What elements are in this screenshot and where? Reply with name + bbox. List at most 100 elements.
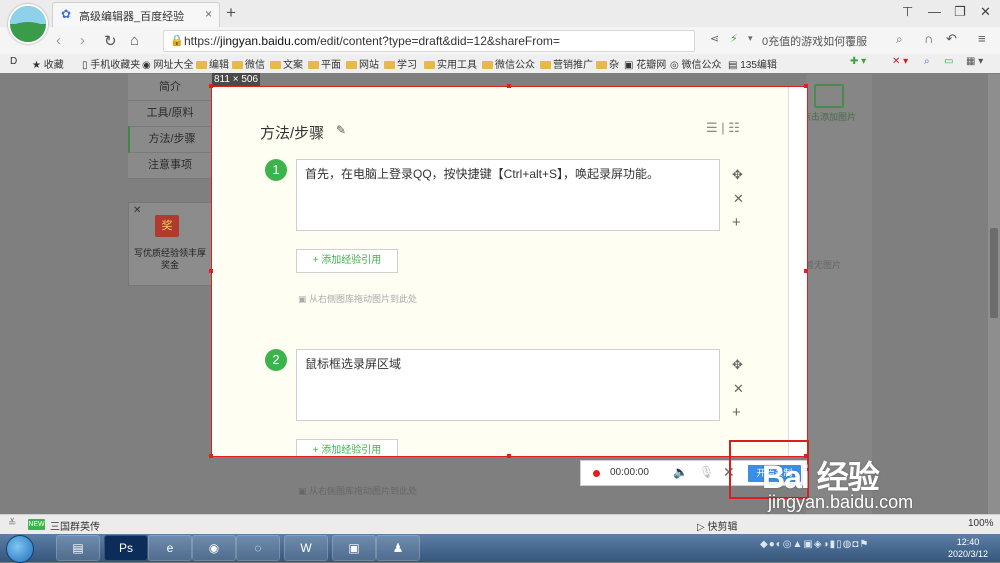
step-text: 鼠标框选录屏区域 xyxy=(305,357,402,371)
close-icon[interactable]: ✕ xyxy=(133,205,141,216)
taskbar-photoshop[interactable]: Ps xyxy=(104,535,148,561)
bookmark-search-icon[interactable]: ⌕ xyxy=(924,56,930,67)
step-text-field[interactable]: 首先，在电脑上登录QQ，按快捷键【Ctrl+alt+S】，唤起录屏功能。 xyxy=(296,159,720,231)
taskbar-clock[interactable]: 12:40 2020/3/12 xyxy=(946,536,990,560)
bookmark-folder[interactable]: 文案 xyxy=(270,56,303,71)
forward-button[interactable]: › xyxy=(80,32,85,49)
bookmark-folder[interactable]: 微信 xyxy=(232,56,265,71)
url-field[interactable]: 🔒 https://jingyan.baidu.com/edit/content… xyxy=(163,30,695,52)
taskbar-ie[interactable]: e xyxy=(148,535,192,561)
resize-handle[interactable] xyxy=(209,454,213,458)
taskbar-wechat[interactable]: ◌ xyxy=(236,535,280,561)
bookmark-close-icon[interactable]: ✕ ▾ xyxy=(892,56,908,67)
home-button[interactable]: ⌂ xyxy=(130,32,139,49)
taskbar-chrome[interactable]: ◉ xyxy=(192,535,236,561)
resize-handle[interactable] xyxy=(209,84,213,88)
microphone-icon[interactable]: 🎙 xyxy=(699,465,714,479)
tab-active[interactable]: ✿ 高级编辑器_百度经验 × xyxy=(52,2,220,28)
resize-handle[interactable] xyxy=(507,84,511,88)
reload-button[interactable]: ↻ xyxy=(104,32,117,50)
bookmark-tools-icon[interactable]: ✚ ▾ xyxy=(850,56,866,67)
add-reference-button[interactable]: + 添加经验引用 xyxy=(296,249,398,273)
bookmark-item[interactable]: ▤ 135编辑 xyxy=(728,56,777,71)
add-reference-button[interactable]: + 添加经验引用 xyxy=(296,439,398,456)
taskbar-qq[interactable]: ♟ xyxy=(376,535,420,561)
taskbar-app[interactable]: ▣ xyxy=(332,535,376,561)
lightning-icon[interactable]: ⚡ xyxy=(730,32,738,45)
bookmarks-toggle[interactable]: D xyxy=(10,56,17,67)
bookmark-folder[interactable]: 实用工具 xyxy=(424,56,477,71)
bookmark-item[interactable]: ★ 收藏 xyxy=(32,56,64,71)
share-icon[interactable]: ⋖ xyxy=(710,32,719,45)
new-tab-button[interactable]: + xyxy=(226,3,236,23)
minimize-button[interactable]: — xyxy=(928,4,941,19)
scrollbar-thumb[interactable] xyxy=(990,228,998,318)
bookmark-folder[interactable]: 杂 xyxy=(596,56,619,71)
bookmark-label: 网址大全 xyxy=(153,60,194,71)
delete-icon[interactable]: ✕ xyxy=(733,381,744,397)
bookmark-folder[interactable]: 学习 xyxy=(384,56,417,71)
step-number: 1 xyxy=(265,159,287,181)
quick-edit-link[interactable]: ▷ 快剪辑 xyxy=(697,518,737,533)
add-step-icon[interactable]: + xyxy=(732,404,741,421)
drag-image-hint: ▣ 从右侧图库拖动图片到此处 xyxy=(298,294,418,304)
pencil-icon[interactable]: ✎ xyxy=(336,123,346,137)
reward-promo[interactable]: ✕ 奖 写优质经验领丰厚奖金 xyxy=(128,202,212,286)
search-icon[interactable]: ⌕ xyxy=(896,32,903,47)
headphones-icon[interactable]: ∩ xyxy=(924,31,933,46)
step-text: 首先，在电脑上登录QQ，按快捷键【Ctrl+alt+S】，唤起录屏功能。 xyxy=(305,167,660,181)
list-view-icons[interactable]: ☰ | ☷ xyxy=(706,120,740,136)
bookmark-item[interactable]: ▯ 手机收藏夹 xyxy=(82,56,140,71)
tab-close-button[interactable]: × xyxy=(205,7,212,21)
add-step-icon[interactable]: + xyxy=(732,214,741,231)
back-button[interactable]: ‹ xyxy=(56,32,61,49)
chevron-down-icon[interactable]: ▾ xyxy=(748,33,753,44)
step-text-field[interactable]: 鼠标框选录屏区域 xyxy=(296,349,720,421)
skin-button[interactable]: ⊤ xyxy=(902,4,913,20)
taskbar-explorer[interactable]: ▤ xyxy=(56,535,100,561)
maximize-button[interactable]: ❐ xyxy=(954,4,966,20)
bookmark-label: 杂 xyxy=(609,60,619,71)
bookmark-more-icon[interactable]: ▦ ▾ xyxy=(966,56,983,67)
resize-handle[interactable] xyxy=(804,84,808,88)
bookmark-folder[interactable]: 网站 xyxy=(346,56,379,71)
delete-icon[interactable]: ✕ xyxy=(733,191,744,207)
undo-icon[interactable]: ↶ xyxy=(946,31,957,47)
zoom-level[interactable]: 100% xyxy=(968,518,994,529)
baidu-paw-icon: ✿ xyxy=(61,7,72,21)
resize-handle[interactable] xyxy=(804,269,808,273)
bookmark-folder[interactable]: 营销推广 xyxy=(540,56,593,71)
bookmark-folder[interactable]: 微信公众 xyxy=(482,56,535,71)
bookmark-folder[interactable]: 编辑 xyxy=(196,56,229,71)
resize-handle[interactable] xyxy=(209,269,213,273)
address-bar-row: ‹ › ↻ ⌂ 🔒 https://jingyan.baidu.com/edit… xyxy=(0,27,1000,55)
add-image-label[interactable]: 点击添加图片 xyxy=(802,110,856,123)
status-game-link[interactable]: 三国群英传 xyxy=(50,518,100,533)
search-suggestion[interactable]: 0充值的游戏如何覆服 xyxy=(762,33,867,49)
move-icon[interactable]: ✥ xyxy=(732,167,743,183)
bookmark-item[interactable]: ◎ 微信公众 xyxy=(670,56,722,71)
capture-region[interactable]: 方法/步骤 ✎ ☰ | ☷ 1 首先，在电脑上登录QQ，按快捷键【Ctrl+al… xyxy=(211,86,808,457)
chevrons-icon[interactable]: ≚ xyxy=(8,518,16,529)
add-image-icon[interactable] xyxy=(814,84,844,108)
system-tray-icons[interactable]: ◆●◐◎▲▣◈◑▮▯◍◘⚑ xyxy=(760,539,869,550)
bookmark-label: 135编辑 xyxy=(740,60,777,71)
left-nav-item-tools[interactable]: 工具/原料 xyxy=(128,100,212,127)
bookmark-item[interactable]: ▣ 花瓣网 xyxy=(624,56,666,71)
resize-handle[interactable] xyxy=(507,454,511,458)
move-icon[interactable]: ✥ xyxy=(732,357,743,373)
menu-icon[interactable]: ≡ xyxy=(978,31,986,46)
url-path: /edit/content?type=draft&did=12&shareFro… xyxy=(316,34,560,48)
start-button[interactable] xyxy=(6,535,34,563)
left-nav-item-notes[interactable]: 注意事项 xyxy=(128,152,212,179)
bookmark-extension-icon[interactable]: ▭ xyxy=(944,56,953,67)
close-window-button[interactable]: ✕ xyxy=(980,4,991,20)
left-nav-item-intro[interactable]: 简介 xyxy=(128,74,212,101)
left-nav-item-steps[interactable]: 方法/步骤 xyxy=(128,126,214,153)
bookmark-item[interactable]: ◉ 网址大全 xyxy=(142,56,194,71)
bookmark-label: 收藏 xyxy=(43,60,64,71)
taskbar-wps[interactable]: W xyxy=(284,535,328,561)
bookmark-folder[interactable]: 平面 xyxy=(308,56,341,71)
speaker-icon[interactable]: 🔈 xyxy=(673,465,688,479)
browser-logo-avatar[interactable] xyxy=(8,4,48,44)
